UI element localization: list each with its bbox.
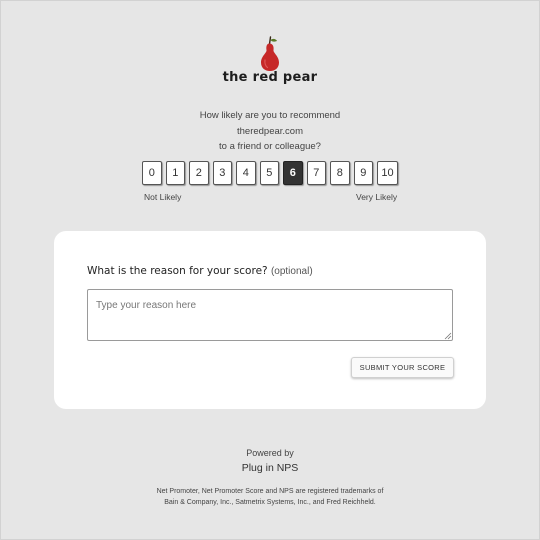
legal-line: Net Promoter, Net Promoter Score and NPS…	[156, 488, 384, 495]
not-likely-label: Not Likely	[144, 192, 182, 202]
score-button-8[interactable]: 8	[330, 161, 350, 185]
optional-tag: (optional)	[270, 266, 313, 277]
survey-question: How likely are you to recommend theredpe…	[0, 108, 540, 155]
powered-by-label: Powered by	[246, 448, 294, 458]
pear-icon	[261, 36, 279, 71]
brand-name: the red pear	[222, 70, 318, 85]
question-line: How likely are you to recommend	[199, 110, 341, 121]
legal-line: Bain & Company, Inc., Satmetrix Systems,…	[164, 499, 376, 506]
reason-heading: What is the reason for your score? (opti…	[87, 265, 313, 277]
provider-link[interactable]: Plug in NPS	[0, 462, 540, 474]
reason-input[interactable]	[87, 289, 453, 341]
score-button-6[interactable]: 6	[283, 161, 303, 185]
score-button-7[interactable]: 7	[306, 161, 326, 185]
score-button-4[interactable]: 4	[236, 161, 256, 185]
score-button-3[interactable]: 3	[212, 161, 232, 185]
reason-title: What is the reason for your score?	[87, 265, 268, 277]
question-line: to a friend or colleague?	[219, 141, 321, 152]
score-button-2[interactable]: 2	[189, 161, 209, 185]
score-button-10[interactable]: 10	[377, 161, 398, 185]
very-likely-label: Very Likely	[356, 192, 398, 202]
score-button-5[interactable]: 5	[259, 161, 279, 185]
score-scale: 0 1 2 3 4 5 6 7 8 9 10	[142, 161, 398, 186]
score-button-9[interactable]: 9	[353, 161, 373, 185]
reason-card: What is the reason for your score? (opti…	[54, 231, 486, 409]
score-button-1[interactable]: 1	[165, 161, 185, 185]
score-button-0[interactable]: 0	[142, 161, 162, 185]
legal-notice: Net Promoter, Net Promoter Score and NPS…	[0, 486, 540, 508]
submit-score-button[interactable]: SUBMIT YOUR SCORE	[351, 357, 454, 378]
question-line: theredpear.com	[236, 125, 303, 137]
